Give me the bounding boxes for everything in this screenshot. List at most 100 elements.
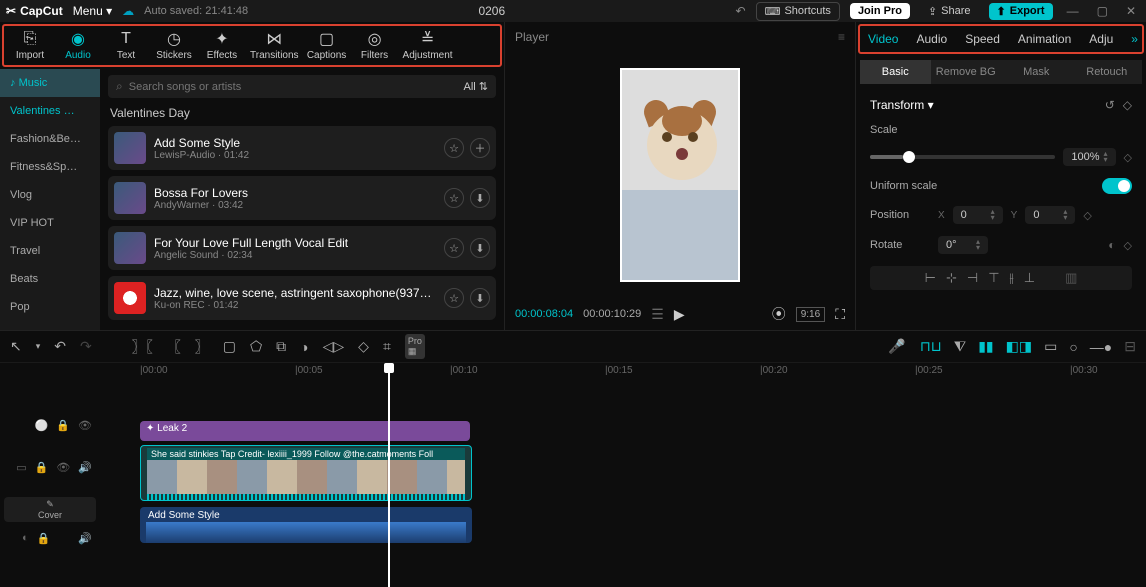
subtab-remove-bg[interactable]: Remove BG: [931, 60, 1002, 84]
align-center-v-icon[interactable]: ⫲: [1010, 270, 1014, 286]
search-input[interactable]: [129, 81, 458, 93]
delete-tool[interactable]: ▢: [223, 338, 236, 355]
pro-tool[interactable]: Pro▦: [405, 334, 425, 359]
rotate-dial[interactable]: ◐: [1108, 238, 1115, 252]
inspector-tabs-more[interactable]: »: [1131, 32, 1138, 46]
track-aud-io[interactable]: ◐: [22, 532, 29, 544]
audio-cat[interactable]: Fitness&Sp…: [0, 153, 100, 181]
scale-slider[interactable]: [870, 155, 1055, 159]
track-vid-eye[interactable]: 👁: [56, 461, 70, 474]
magnet-icon[interactable]: ⊓⊔: [920, 338, 942, 355]
player-list-icon[interactable]: ☰: [651, 306, 664, 323]
undo-button[interactable]: ↶: [54, 338, 66, 355]
link-icon[interactable]: ⧨: [954, 338, 967, 355]
share-button[interactable]: ⇪ Share: [920, 3, 979, 20]
audio-cat[interactable]: Vlog: [0, 181, 100, 209]
player-menu-icon[interactable]: ≡: [838, 30, 845, 44]
close-button[interactable]: ✕: [1122, 4, 1140, 18]
player-viewport[interactable]: [505, 52, 855, 298]
inspector-tab-speed[interactable]: Speed: [965, 32, 1000, 46]
tool-tab-transitions[interactable]: ⋈Transitions: [250, 30, 299, 61]
position-x[interactable]: 0▴▾: [953, 206, 1003, 224]
trim-left-tool[interactable]: 〖: [167, 337, 181, 357]
audio-cat[interactable]: Beats: [0, 265, 100, 293]
split-tool[interactable]: 〗〖: [132, 337, 153, 357]
scale-keyframe[interactable]: ◇: [1124, 151, 1132, 164]
pointer-tool[interactable]: ↖: [10, 338, 22, 355]
track-fx-lock[interactable]: ⚪: [35, 419, 49, 432]
tool-tab-filters[interactable]: ◎Filters: [355, 30, 395, 61]
cover-button[interactable]: ✎Cover: [4, 497, 96, 522]
audio-cat[interactable]: Valentines …: [0, 97, 100, 125]
circle-icon[interactable]: ○: [1069, 339, 1077, 355]
shortcuts-button[interactable]: ⌨ Shortcuts: [756, 2, 840, 21]
subtab-mask[interactable]: Mask: [1001, 60, 1072, 84]
tool-tab-adjustment[interactable]: ≚Adjustment: [403, 30, 453, 61]
align-bottom-icon[interactable]: ⊥: [1024, 270, 1035, 286]
copy-tool[interactable]: ⧉: [276, 338, 286, 355]
transform-header[interactable]: Transform ▾: [870, 98, 934, 112]
fullscreen-icon[interactable]: ⛶: [835, 306, 845, 323]
playhead[interactable]: [388, 363, 390, 587]
audio-head-music[interactable]: ♪ Music: [0, 69, 100, 97]
collapse-icon[interactable]: ⊟: [1124, 338, 1136, 355]
pointer-drop[interactable]: ▾: [36, 341, 41, 352]
download-icon[interactable]: ⬇: [470, 238, 490, 258]
audio-track[interactable]: For Your Love Full Length Vocal EditAnge…: [108, 226, 496, 270]
scale-value[interactable]: 100%▴▾: [1063, 148, 1115, 166]
clip-effect[interactable]: ✦ Leak 2: [140, 421, 470, 441]
clip-audio[interactable]: Add Some Style: [140, 507, 472, 543]
shield-tool[interactable]: ⬠: [250, 338, 262, 355]
tool-tab-effects[interactable]: ✦Effects: [202, 30, 242, 61]
tool-tab-import[interactable]: ⎘Import: [10, 30, 50, 61]
track-fx-lock2[interactable]: 🔒: [56, 419, 70, 432]
search-filter-all[interactable]: All ⇅: [463, 80, 488, 93]
timeline-ruler[interactable]: |00:00|00:05|00:10|00:15|00:20|00:25|00:…: [100, 363, 1146, 383]
audio-cat[interactable]: Pop: [0, 293, 100, 321]
track-aud-mute[interactable]: 🔊: [78, 532, 92, 545]
align-top-icon[interactable]: ⊤: [988, 270, 999, 286]
trim-right-tool[interactable]: 〗: [195, 337, 209, 357]
menu-button[interactable]: Menu ▾: [73, 4, 112, 18]
favorite-icon[interactable]: ☆: [444, 188, 464, 208]
subtab-basic[interactable]: Basic: [860, 60, 931, 84]
download-icon[interactable]: ⬇: [470, 288, 490, 308]
play-button[interactable]: ▶: [674, 306, 685, 323]
track-vid-io[interactable]: ▭: [16, 461, 26, 474]
align-more-icon[interactable]: ▥: [1065, 270, 1077, 286]
inspector-tab-animation[interactable]: Animation: [1018, 32, 1071, 46]
position-y[interactable]: 0▴▾: [1025, 206, 1075, 224]
export-button[interactable]: ⬆ Export: [989, 3, 1053, 20]
inspector-tab-video[interactable]: Video: [868, 32, 898, 46]
audio-cat[interactable]: Fashion&Be…: [0, 125, 100, 153]
audio-track[interactable]: Add Some StyleLewisP-Audio · 01:42☆＋: [108, 126, 496, 170]
track-fx-eye[interactable]: 👁: [78, 419, 92, 432]
favorite-icon[interactable]: ☆: [444, 138, 464, 158]
inspector-tab-adju[interactable]: Adju: [1089, 32, 1113, 46]
tool-tab-captions[interactable]: ▢Captions: [307, 30, 347, 61]
minimize-button[interactable]: —: [1063, 4, 1083, 18]
reverse-tool[interactable]: ◑: [300, 339, 308, 355]
monitor-icon[interactable]: ▭: [1044, 338, 1057, 355]
favorite-icon[interactable]: ☆: [444, 288, 464, 308]
rotate-keyframe[interactable]: ◇: [1124, 239, 1132, 252]
audio-cat[interactable]: Travel: [0, 237, 100, 265]
inspector-tab-audio[interactable]: Audio: [916, 32, 947, 46]
download-icon[interactable]: ⬇: [470, 188, 490, 208]
zoom-slider[interactable]: —●: [1090, 339, 1112, 355]
rotate-tool[interactable]: ◇: [358, 338, 369, 355]
crop-tool[interactable]: ⌗: [383, 338, 391, 355]
mic-icon[interactable]: 🎤: [888, 338, 905, 355]
clip-video[interactable]: She said stinkies Tap Credit- lexiiii_19…: [140, 445, 472, 501]
reset-icon[interactable]: ↺: [1105, 98, 1115, 112]
aspect-badge[interactable]: 9:16: [796, 307, 825, 322]
subtab-retouch[interactable]: Retouch: [1072, 60, 1143, 84]
add-icon[interactable]: ＋: [470, 138, 490, 158]
favorite-icon[interactable]: ☆: [444, 238, 464, 258]
track-vid-lock[interactable]: 🔒: [35, 461, 49, 474]
tool-tab-text[interactable]: TText: [106, 30, 146, 61]
preview-icon[interactable]: ◧◨: [1006, 338, 1032, 355]
audio-track[interactable]: Jazz, wine, love scene, astringent saxop…: [108, 276, 496, 320]
history-icon[interactable]: ↶: [736, 4, 746, 18]
rotate-value[interactable]: 0°▴▾: [938, 236, 988, 254]
